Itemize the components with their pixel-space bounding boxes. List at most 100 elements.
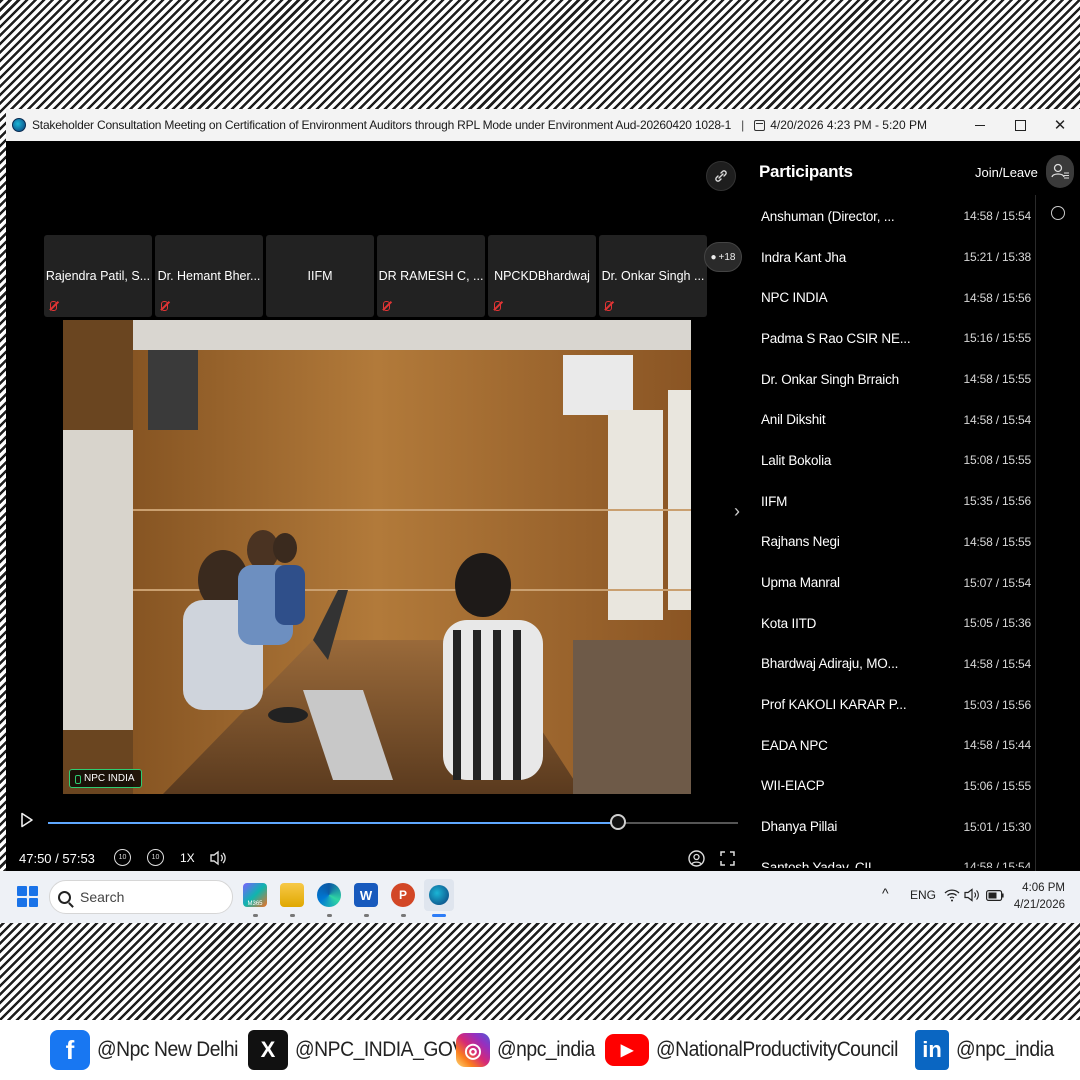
participant-row[interactable]: Indra Kant Jha 15:21 / 15:38 — [761, 237, 1031, 278]
linkedin-handle[interactable]: in @npc_india — [915, 1028, 1062, 1072]
participant-name: Indra Kant Jha — [761, 249, 847, 265]
participant-row[interactable]: WII-EIACP 15:06 / 15:55 — [761, 766, 1031, 807]
participant-thumbnail-strip: Rajendra Patil, S... Dr. Hemant Bher... … — [44, 235, 707, 317]
x-icon: X — [248, 1030, 288, 1070]
playback-progress-bar[interactable] — [48, 814, 738, 830]
participant-tile[interactable]: Dr. Hemant Bher... — [155, 235, 263, 317]
participant-name: IIFM — [761, 493, 788, 509]
input-language[interactable]: ENG — [910, 888, 936, 902]
webex-recording-window: Stakeholder Consultation Meeting on Cert… — [6, 109, 1080, 871]
clock-time: 4:06 PM — [1022, 882, 1065, 894]
participant-tile[interactable]: DR RAMESH C, ... — [377, 235, 485, 317]
microsoft-365-icon[interactable]: M365 — [243, 883, 267, 907]
participant-row[interactable]: Santosh Yadav, CII 14:58 / 15:54 — [761, 847, 1031, 868]
close-button[interactable]: ✕ — [1040, 109, 1080, 141]
participant-join-leave-times: 14:58 / 15:56 — [963, 290, 1031, 305]
person-circle-icon — [688, 850, 705, 867]
participant-row[interactable]: EADA NPC 14:58 / 15:44 — [761, 725, 1031, 766]
playback-speed-button[interactable]: 1X — [180, 851, 195, 865]
fullscreen-button[interactable] — [720, 851, 735, 869]
participant-view-button[interactable] — [688, 850, 705, 870]
participant-tile[interactable]: IIFM — [266, 235, 374, 317]
participant-row[interactable]: Padma S Rao CSIR NE... 15:16 / 15:55 — [761, 318, 1031, 359]
participant-row[interactable]: Rajhans Negi 14:58 / 15:55 — [761, 522, 1031, 563]
rewind-10-icon: 10 — [114, 849, 131, 866]
participant-tile-name: Rajendra Patil, S... — [45, 269, 151, 283]
taskbar-search-box[interactable]: Search — [49, 880, 233, 914]
participant-row[interactable]: Kota IITD 15:05 / 15:36 — [761, 603, 1031, 644]
participant-tile-name: NPCKDBhardwaj — [494, 269, 590, 283]
instagram-handle[interactable]: ◎ @npc_india — [456, 1028, 603, 1072]
participant-tile[interactable]: Dr. Onkar Singh ... — [599, 235, 707, 317]
rewind-10-button[interactable]: 10 — [114, 849, 131, 866]
speaker-icon — [210, 850, 226, 866]
app-running-indicator — [253, 914, 258, 917]
conference-room-video-frame — [63, 320, 691, 794]
participant-name: Kota IITD — [761, 615, 817, 631]
word-letter: W — [359, 887, 373, 903]
wifi-icon[interactable] — [944, 888, 960, 905]
m365-label: M365 — [247, 901, 263, 907]
participants-tab-button[interactable] — [1046, 155, 1074, 188]
participant-tile-name: Dr. Hemant Bher... — [157, 269, 261, 283]
participant-row[interactable]: Prof KAKOLI KARAR P... 15:03 / 15:56 — [761, 684, 1031, 725]
participant-row[interactable]: Anshuman (Director, ... 14:58 / 15:54 — [761, 196, 1031, 237]
file-explorer-icon[interactable] — [280, 883, 304, 907]
participant-tile[interactable]: NPCKDBhardwaj — [488, 235, 596, 317]
linkedin-icon: in — [915, 1030, 949, 1070]
participant-name: NPC INDIA — [761, 290, 828, 306]
participant-join-leave-times: 14:58 / 15:54 — [963, 860, 1031, 868]
forward-10-button[interactable]: 10 — [147, 849, 164, 866]
youtube-handle[interactable]: ▶ @NationalProductivityCouncil — [605, 1028, 919, 1072]
tray-overflow-chevron-icon[interactable]: ^ — [882, 885, 889, 901]
facebook-handle[interactable]: f @Npc New Delhi — [50, 1028, 250, 1072]
active-app-indicator — [432, 914, 446, 917]
x-handle-text: @NPC_INDIA_GOV — [295, 1038, 465, 1061]
participants-list[interactable]: Anshuman (Director, ... 14:58 / 15:54 Indr… — [761, 196, 1031, 868]
participant-row[interactable]: Anil Dikshit 14:58 / 15:54 — [761, 399, 1031, 440]
participant-row[interactable]: NPC INDIA 14:58 / 15:56 — [761, 277, 1031, 318]
participant-row[interactable]: Bhardwaj Adiraju, MO... 14:58 / 15:54 — [761, 644, 1031, 685]
playback-scrubber-handle[interactable] — [610, 814, 627, 830]
ppt-letter: P — [398, 888, 407, 902]
participant-join-leave-times: 15:21 / 15:38 — [963, 250, 1031, 265]
participant-join-leave-times: 14:58 / 15:55 — [963, 372, 1031, 387]
volume-tray-icon[interactable] — [964, 888, 980, 905]
participant-row[interactable]: Dr. Onkar Singh Brraich 14:58 / 15:55 — [761, 359, 1031, 400]
webex-taskbar-button[interactable] — [424, 879, 454, 911]
word-icon[interactable]: W — [354, 883, 378, 907]
windows-start-button[interactable] — [17, 886, 38, 907]
powerpoint-icon[interactable]: P — [391, 883, 415, 907]
participants-panel-title: Participants — [759, 162, 853, 181]
youtube-icon: ▶ — [605, 1034, 649, 1066]
chat-icon[interactable] — [1051, 206, 1065, 220]
clock-date: 4/21/2026 — [1013, 899, 1065, 911]
maximize-button[interactable] — [1000, 109, 1040, 141]
calendar-icon — [754, 119, 766, 131]
participant-join-leave-times: 15:35 / 15:56 — [963, 494, 1031, 509]
participant-row[interactable]: Dhanya Pillai 15:01 / 15:30 — [761, 806, 1031, 847]
participant-join-leave-times: 14:58 / 15:55 — [963, 534, 1031, 549]
edge-icon[interactable] — [317, 883, 341, 907]
minimize-button[interactable] — [960, 109, 1000, 141]
taskbar-clock[interactable]: 4:06 PM 4/21/2026 — [1009, 880, 1065, 914]
muted-mic-icon — [605, 301, 612, 311]
copy-link-button[interactable] — [706, 161, 736, 191]
participant-tile[interactable]: Rajendra Patil, S... — [44, 235, 152, 317]
panel-divider — [1035, 195, 1036, 871]
participant-join-leave-times: 15:01 / 15:30 — [963, 819, 1031, 834]
more-participants-button[interactable]: ● +18 — [704, 242, 742, 272]
participant-row[interactable]: IIFM 15:35 / 15:56 — [761, 481, 1031, 522]
participant-row[interactable]: Upma Manral 15:07 / 15:54 — [761, 562, 1031, 603]
play-button[interactable] — [20, 812, 34, 828]
app-running-indicator — [327, 914, 332, 917]
battery-icon[interactable] — [986, 890, 1004, 904]
participant-row[interactable]: Lalit Bokolia 15:08 / 15:55 — [761, 440, 1031, 481]
volume-button[interactable] — [209, 850, 227, 869]
x-handle[interactable]: X @NPC_INDIA_GOV — [248, 1028, 480, 1072]
app-running-indicator — [364, 914, 369, 917]
participant-join-leave-times: 15:03 / 15:56 — [963, 697, 1031, 712]
collapse-panel-chevron-icon[interactable]: › — [734, 501, 740, 522]
start-tile — [17, 897, 27, 907]
participant-tile-name: DR RAMESH C, ... — [378, 269, 484, 283]
